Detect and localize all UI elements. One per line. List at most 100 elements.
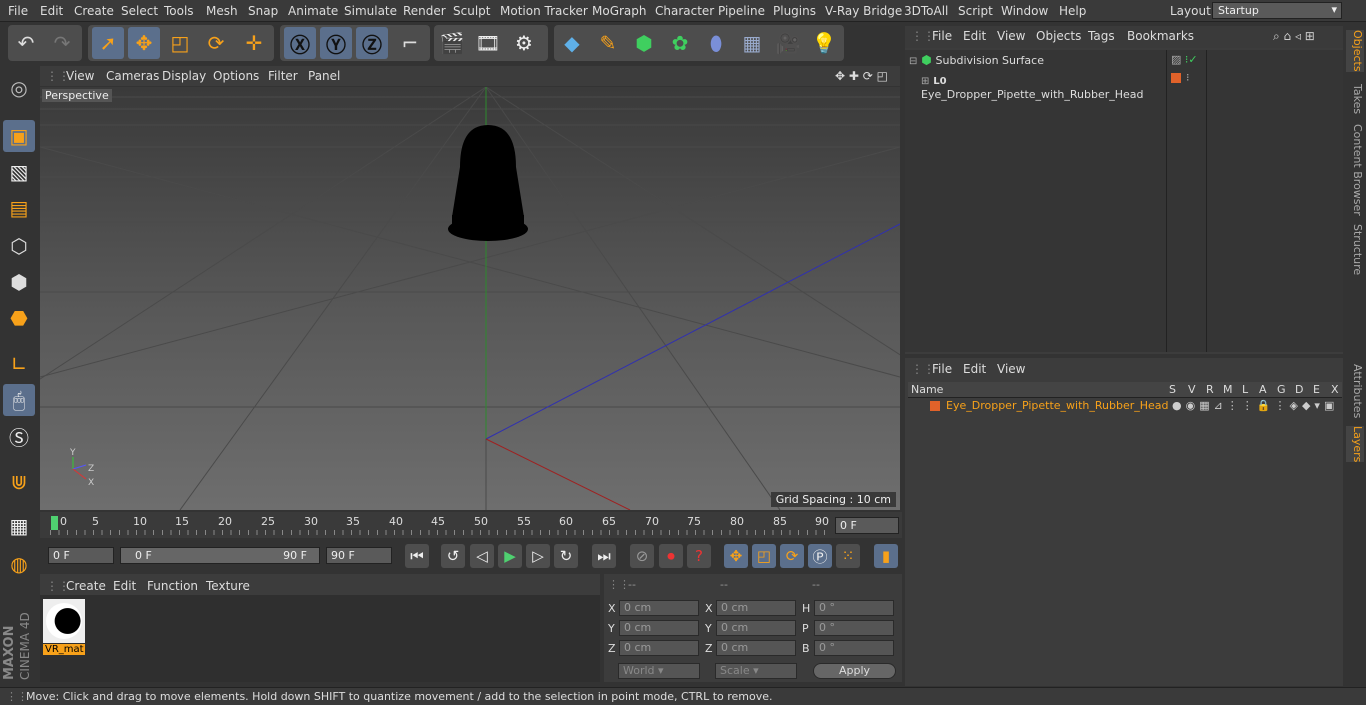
texture-mode-icon[interactable]: ▧ xyxy=(3,156,35,188)
workplane-lock-icon[interactable]: ▦ xyxy=(3,510,35,542)
material-menu-texture[interactable]: Texture xyxy=(206,579,250,593)
transform-icon[interactable]: ✛ xyxy=(238,27,270,59)
object-search-icons[interactable]: ⌕ ⌂ ◃ ⊞ xyxy=(1273,29,1315,44)
z-axis-icon[interactable]: Ⓩ xyxy=(356,27,388,59)
coordinate-system-icon[interactable]: ⌐ xyxy=(394,27,426,59)
record-keys-icon[interactable]: ⊘ xyxy=(630,544,654,568)
timeline-ruler[interactable]: 0 5 10 15 20 25 30 35 40 45 50 55 60 65 … xyxy=(40,512,902,538)
col-generators[interactable]: G xyxy=(1277,383,1286,396)
edges-mode-icon[interactable]: ⬢ xyxy=(3,266,35,298)
key-param-icon[interactable]: Ⓟ xyxy=(808,544,832,568)
size-x-field[interactable]: 0 cm xyxy=(716,600,796,616)
array-icon[interactable]: ✿ xyxy=(664,27,696,59)
x-axis-icon[interactable]: Ⓧ xyxy=(284,27,316,59)
workplane-icon[interactable]: ▤ xyxy=(3,192,35,224)
points-mode-icon[interactable]: ⬡ xyxy=(3,230,35,262)
menu-motion-tracker[interactable]: Motion Tracker xyxy=(500,4,588,18)
layout-select[interactable]: Startup xyxy=(1212,2,1342,19)
menu-help[interactable]: Help xyxy=(1059,4,1086,18)
position-y-field[interactable]: 0 cm xyxy=(619,620,699,636)
menu-sculpt[interactable]: Sculpt xyxy=(453,4,490,18)
timeline-cursor[interactable] xyxy=(51,516,58,530)
menu-character[interactable]: Character xyxy=(655,4,714,18)
timeline-window-icon[interactable]: ▮ xyxy=(874,544,898,568)
layer-menu-edit[interactable]: Edit xyxy=(963,362,986,376)
col-manager[interactable]: M xyxy=(1223,383,1233,396)
viewport-nav-icons[interactable]: ✥ ✚ ⟳ ◰ xyxy=(835,69,888,83)
menu-file[interactable]: File xyxy=(8,4,28,18)
prev-frame-icon[interactable]: ◁ xyxy=(470,544,494,568)
tab-objects[interactable]: Objects xyxy=(1346,30,1364,72)
move-icon[interactable]: ✥ xyxy=(128,27,160,59)
menu-pipeline[interactable]: Pipeline xyxy=(718,4,765,18)
col-animation[interactable]: A xyxy=(1259,383,1267,396)
size-y-field[interactable]: 0 cm xyxy=(716,620,796,636)
prev-key-icon[interactable]: ↺ xyxy=(441,544,465,568)
autokey-icon[interactable]: ⏺ xyxy=(659,544,683,568)
layer-row[interactable]: Eye_Dropper_Pipette_with_Rubber_Head ●◉▦… xyxy=(916,399,1342,413)
menu-vray-bridge[interactable]: V-Ray Bridge xyxy=(825,4,902,18)
sculpt-icon[interactable]: ◍ xyxy=(3,548,35,580)
col-xref[interactable]: X xyxy=(1331,383,1339,396)
rotation-h-field[interactable]: 0 ° xyxy=(814,600,894,616)
menu-tools[interactable]: Tools xyxy=(164,4,194,18)
object-menu-view[interactable]: View xyxy=(997,29,1025,43)
tab-attributes[interactable]: Attributes xyxy=(1346,364,1364,418)
live-select-icon[interactable]: ➚ xyxy=(92,27,124,59)
tab-content-browser[interactable]: Content Browser xyxy=(1346,124,1364,216)
layer-flags-icons[interactable]: ●◉▦⊿⋮⋮🔒⋮◈◆▾▣ xyxy=(1172,399,1338,412)
undo-icon[interactable]: ↶ xyxy=(10,27,42,59)
object-menu-objects[interactable]: Objects xyxy=(1036,29,1081,43)
redo-icon[interactable]: ↷ xyxy=(46,27,78,59)
render-picture-viewer-icon[interactable]: 🎞 xyxy=(472,27,504,59)
menu-snap[interactable]: Snap xyxy=(248,4,278,18)
viewport-menu-options[interactable]: Options xyxy=(213,69,259,83)
object-menu-tags[interactable]: Tags xyxy=(1088,29,1115,43)
key-position-icon[interactable]: ✥ xyxy=(724,544,748,568)
viewport-menu-filter[interactable]: Filter xyxy=(268,69,298,83)
play-icon[interactable]: ▶ xyxy=(498,544,522,568)
deformer-icon[interactable]: ⬮ xyxy=(700,27,732,59)
object-menu-edit[interactable]: Edit xyxy=(963,29,986,43)
make-editable-icon[interactable]: ◎ xyxy=(3,72,35,104)
col-view[interactable]: V xyxy=(1188,383,1196,396)
light-icon[interactable]: 💡 xyxy=(808,27,840,59)
material-menu-function[interactable]: Function xyxy=(147,579,198,593)
model-mode-icon[interactable]: ▣ xyxy=(3,120,35,152)
keyframe-selection-icon[interactable]: ? xyxy=(687,544,711,568)
position-z-field[interactable]: 0 cm xyxy=(619,640,699,656)
menu-mograph[interactable]: MoGraph xyxy=(592,4,647,18)
col-render[interactable]: R xyxy=(1206,383,1214,396)
snap-magnet-icon[interactable]: ⋓ xyxy=(3,466,35,498)
object-menu-bookmarks[interactable]: Bookmarks xyxy=(1127,29,1194,43)
material-menu-edit[interactable]: Edit xyxy=(113,579,136,593)
object-menu-file[interactable]: File xyxy=(932,29,952,43)
world-dropdown[interactable]: World ▾ xyxy=(618,663,700,679)
tab-takes[interactable]: Takes xyxy=(1346,84,1364,114)
scale-icon[interactable]: ◰ xyxy=(164,27,196,59)
render-settings-icon[interactable]: ⚙ xyxy=(508,27,540,59)
col-solo[interactable]: S xyxy=(1169,383,1176,396)
menu-3dtoall[interactable]: 3DToAll xyxy=(904,4,948,18)
menu-render[interactable]: Render xyxy=(403,4,446,18)
rotation-p-field[interactable]: 0 ° xyxy=(814,620,894,636)
y-axis-icon[interactable]: Ⓨ xyxy=(320,27,352,59)
col-deformers[interactable]: D xyxy=(1295,383,1303,396)
subdivision-tag-icons[interactable]: ▨ ⁝✓ xyxy=(1171,53,1198,66)
next-frame-icon[interactable]: ▷ xyxy=(526,544,550,568)
collapse-icon[interactable]: ⊟ xyxy=(909,56,917,67)
menu-mesh[interactable]: Mesh xyxy=(206,4,238,18)
tab-structure[interactable]: Structure xyxy=(1346,224,1364,275)
range-slider[interactable]: 0 F 90 F xyxy=(120,547,320,564)
menu-edit[interactable]: Edit xyxy=(40,4,63,18)
menu-create[interactable]: Create xyxy=(74,4,114,18)
viewport-menu-display[interactable]: Display xyxy=(162,69,206,83)
expand-icon[interactable]: ⊞ xyxy=(921,76,929,87)
object-row-subdivision[interactable]: ⊟ ⬢ Subdivision Surface xyxy=(909,53,1166,69)
subdivision-icon[interactable]: ⬢ xyxy=(628,27,660,59)
viewport-3d[interactable]: Y Z X Perspective Grid Spacing : 10 cm xyxy=(40,87,900,510)
layer-color-swatch[interactable] xyxy=(930,401,940,411)
menu-select[interactable]: Select xyxy=(121,4,158,18)
position-x-field[interactable]: 0 cm xyxy=(619,600,699,616)
axis-mode-icon[interactable]: ∟ xyxy=(3,348,35,380)
